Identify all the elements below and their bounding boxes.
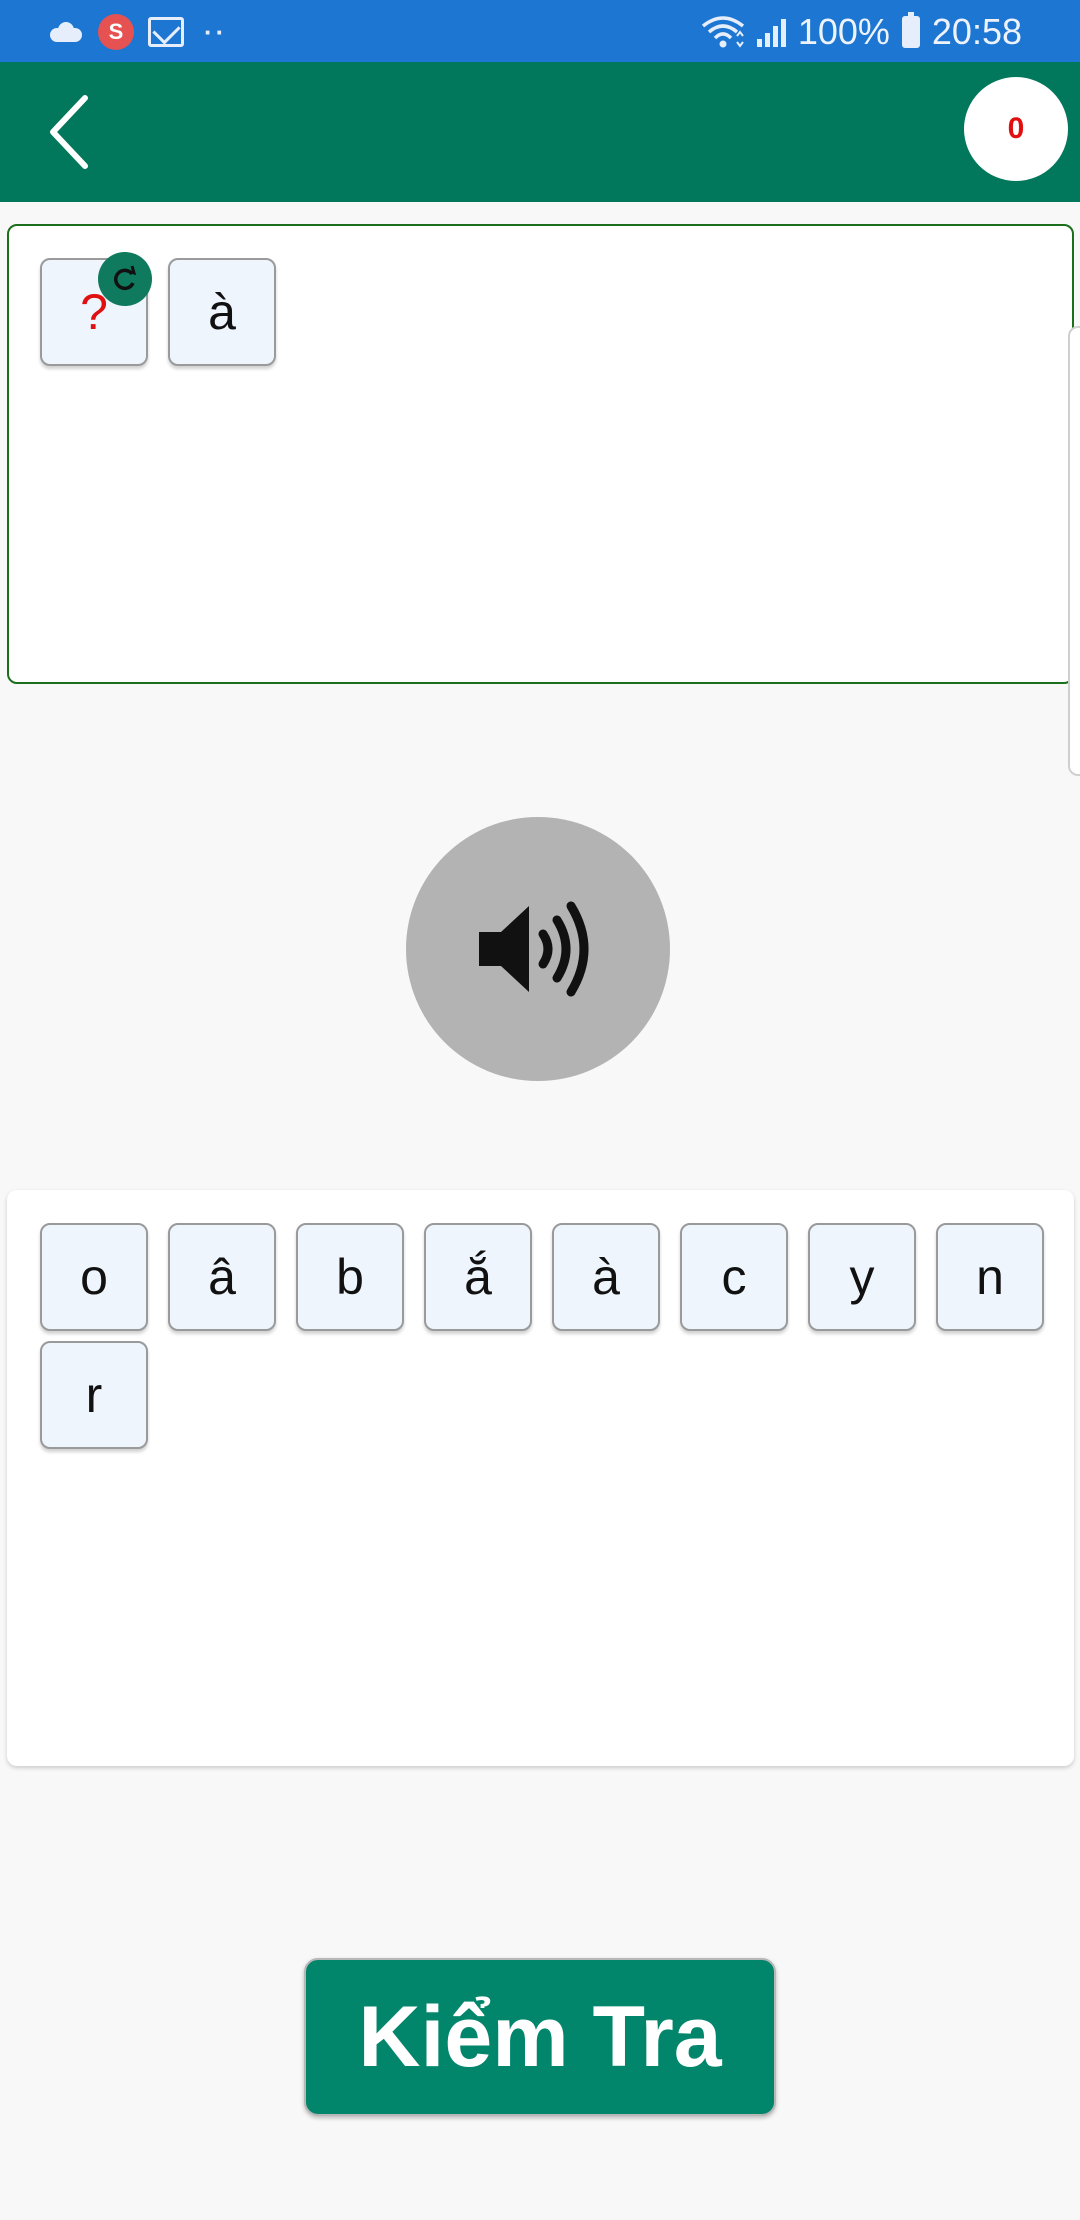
clock: 20:58 — [931, 11, 1022, 52]
battery-icon — [901, 12, 920, 48]
app-bar — [0, 62, 1080, 202]
s-notification-icon: S — [98, 14, 134, 50]
wifi-icon — [701, 16, 744, 48]
letter-tile[interactable]: o — [40, 1223, 148, 1331]
letter-tile[interactable]: y — [808, 1223, 916, 1331]
notification-icons: S ·· — [48, 12, 227, 52]
score-badge: 0 — [964, 77, 1068, 181]
status-bar: S ·· 100% 20:58 — [0, 0, 1080, 62]
mail-icon — [148, 17, 184, 47]
cloud-icon — [48, 22, 84, 42]
more-notifications-dots: ·· — [204, 16, 228, 47]
letter-tile[interactable]: c — [680, 1223, 788, 1331]
back-button[interactable] — [30, 92, 110, 172]
letter-tile[interactable]: n — [936, 1223, 1044, 1331]
speaker-icon — [479, 901, 589, 997]
answer-slot-tile[interactable]: à — [168, 258, 276, 366]
letter-tile[interactable]: â — [168, 1223, 276, 1331]
letter-tile[interactable]: à — [552, 1223, 660, 1331]
letter-tile[interactable]: ắ — [424, 1223, 532, 1331]
play-audio-button[interactable] — [406, 817, 670, 1081]
signal-icon — [756, 17, 786, 47]
system-status: 100% 20:58 — [701, 10, 1022, 54]
letter-tile[interactable]: r — [40, 1341, 148, 1449]
letter-tile[interactable]: b — [296, 1223, 404, 1331]
side-tab[interactable] — [1068, 326, 1080, 776]
refresh-button[interactable] — [98, 252, 152, 306]
check-button[interactable]: Kiểm Tra — [304, 1958, 776, 2116]
back-arrow-icon — [50, 95, 88, 169]
battery-percent: 100% — [797, 11, 890, 52]
refresh-icon — [114, 265, 137, 291]
